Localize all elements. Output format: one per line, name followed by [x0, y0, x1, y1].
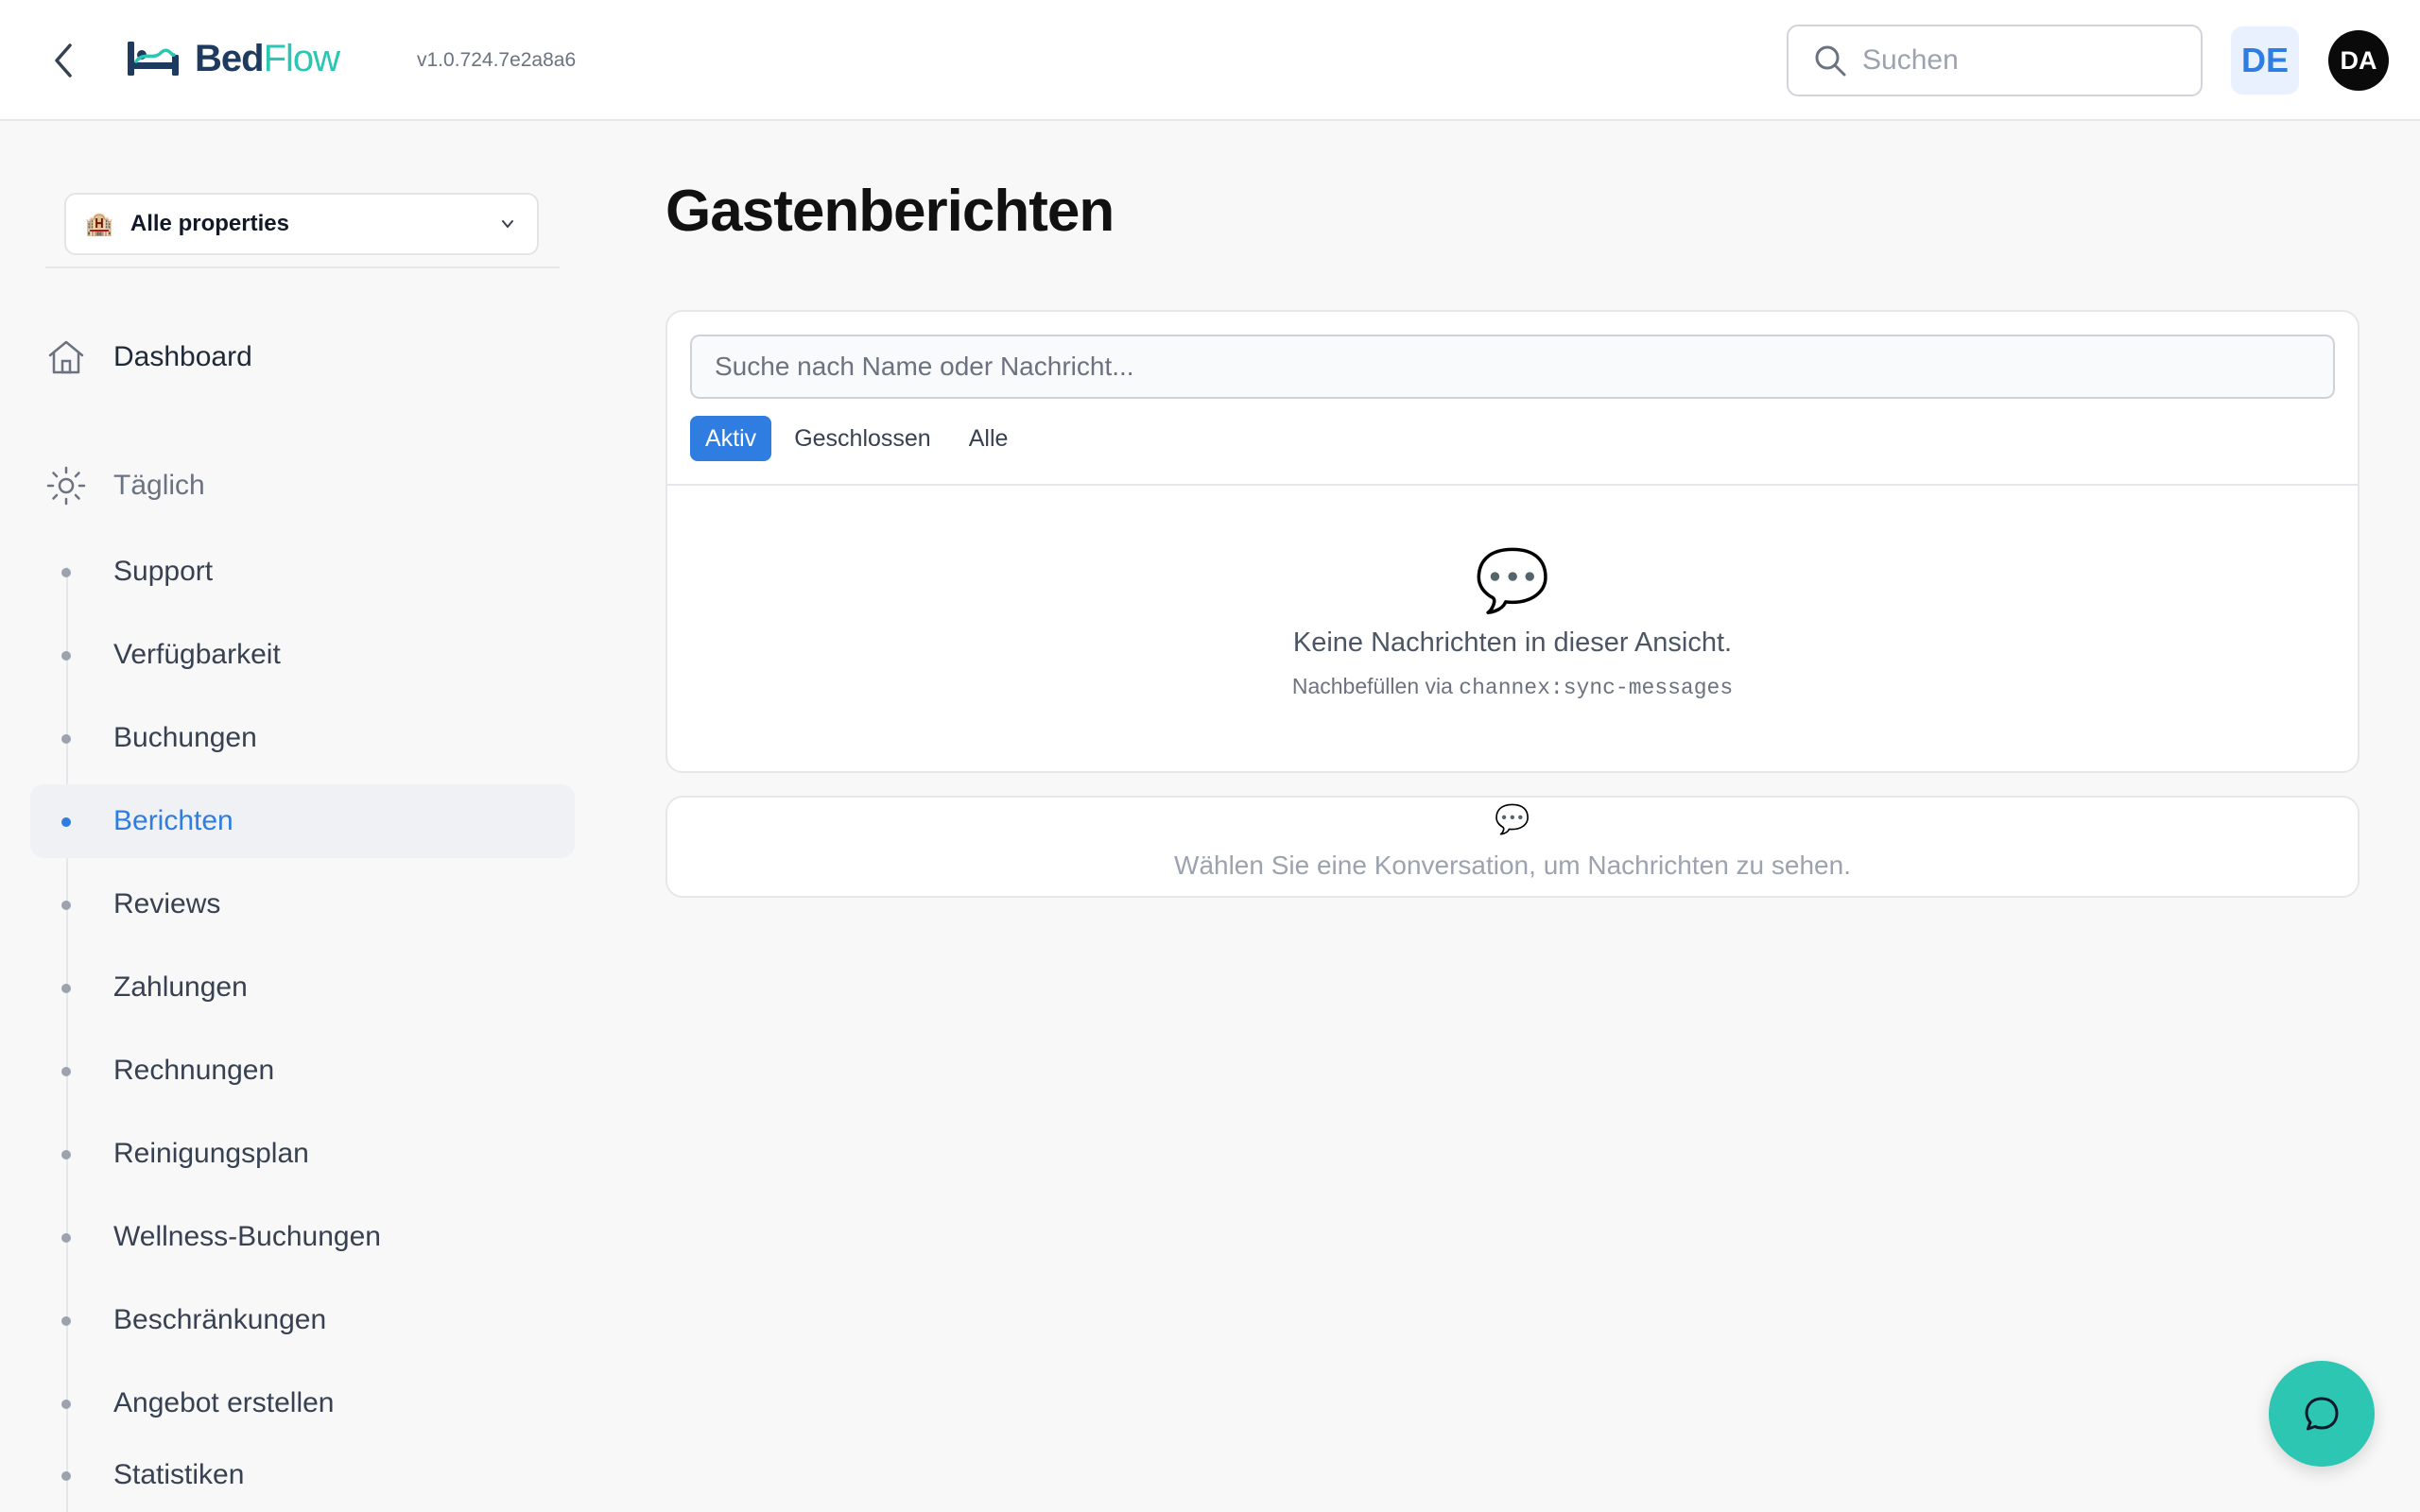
- speech-bubble-icon: 💬: [1475, 546, 1550, 614]
- home-icon: [48, 340, 84, 374]
- sidebar-section-label: Täglich: [113, 470, 205, 501]
- bullet-dot: [61, 1316, 71, 1326]
- user-avatar[interactable]: DA: [2328, 30, 2389, 91]
- empty-state-title: Keine Nachrichten in dieser Ansicht.: [1292, 627, 1733, 658]
- brand-name: BedFlow: [195, 37, 340, 79]
- sidebar-item-label: Reviews: [113, 888, 221, 919]
- sidebar-item-support[interactable]: Support: [30, 535, 575, 609]
- global-search-input[interactable]: [1860, 43, 2176, 77]
- chevron-left-icon: [55, 43, 72, 77]
- sidebar-item-restrictions[interactable]: Beschränkungen: [30, 1283, 575, 1357]
- chat-fab-button[interactable]: [2269, 1361, 2375, 1467]
- sidebar-item-label: Rechnungen: [113, 1055, 275, 1086]
- sidebar-item-label: Angebot erstellen: [113, 1387, 335, 1418]
- sidebar-item-label: Support: [113, 556, 214, 587]
- global-search[interactable]: [1787, 25, 2203, 96]
- bullet-dot: [61, 1150, 71, 1160]
- sidebar-item-label: Statistiken: [113, 1459, 245, 1490]
- bullet-dot: [61, 734, 71, 744]
- bullet-dot: [61, 901, 71, 910]
- sidebar-item-label: Verfügbarkeit: [113, 639, 281, 670]
- conversation-placeholder: Wählen Sie eine Konversation, um Nachric…: [1174, 850, 1851, 880]
- language-switcher[interactable]: DE: [2231, 26, 2299, 94]
- sidebar-item-create-offer[interactable]: Angebot erstellen: [30, 1366, 575, 1440]
- search-icon: [1815, 45, 1846, 77]
- chat-bubble-icon: [2305, 1397, 2339, 1431]
- tab-active[interactable]: Aktiv: [690, 416, 772, 461]
- sidebar-item-label: Berichten: [113, 805, 233, 836]
- conversation-list-card: Aktiv Geschlossen Alle 💬 Keine Nachricht…: [666, 310, 2360, 773]
- sidebar-item-cleaning-plan[interactable]: Reinigungsplan: [30, 1117, 575, 1191]
- sidebar-item-label: Dashboard: [113, 341, 252, 372]
- empty-state: 💬 Keine Nachrichten in dieser Ansicht. N…: [667, 546, 2358, 700]
- speech-bubble-icon: 💬: [1495, 804, 1530, 835]
- sidebar: 🏨 Alle properties Dashboard Täglich Supp…: [0, 123, 586, 1512]
- sidebar-item-availability[interactable]: Verfügbarkeit: [30, 618, 575, 692]
- brand-logo[interactable]: BedFlow: [125, 34, 340, 83]
- tab-closed[interactable]: Geschlossen: [779, 416, 946, 461]
- sync-command: channex:sync-messages: [1459, 676, 1734, 700]
- empty-state-hint-prefix: Nachbefüllen via: [1291, 674, 1460, 698]
- sidebar-item-label: Wellness-Buchungen: [113, 1221, 381, 1252]
- sidebar-item-reviews[interactable]: Reviews: [30, 868, 575, 941]
- sidebar-item-wellness-bookings[interactable]: Wellness-Buchungen: [30, 1200, 575, 1274]
- sidebar-item-payments[interactable]: Zahlungen: [30, 951, 575, 1024]
- sidebar-section-daily[interactable]: Täglich: [45, 465, 205, 507]
- bullet-dot: [61, 1233, 71, 1243]
- hotel-icon: 🏨: [85, 211, 113, 237]
- conversation-detail-card: 💬 Wählen Sie eine Konversation, um Nachr…: [666, 796, 2360, 898]
- back-button[interactable]: [43, 38, 85, 83]
- tab-all[interactable]: Alle: [954, 416, 1024, 461]
- sidebar-item-dashboard[interactable]: Dashboard: [45, 336, 252, 378]
- property-select-label: Alle properties: [130, 211, 289, 236]
- sun-icon: [46, 466, 86, 506]
- bullet-dot: [61, 1400, 71, 1409]
- chevron-down-icon: [502, 220, 513, 228]
- top-bar: BedFlow v1.0.724.7e2a8a6 DE DA: [0, 0, 2420, 121]
- sidebar-item-label: Reinigungsplan: [113, 1138, 309, 1169]
- bullet-dot: [61, 817, 71, 827]
- app-version: v1.0.724.7e2a8a6: [417, 49, 577, 71]
- sidebar-divider: [45, 266, 560, 268]
- sidebar-item-messages[interactable]: Berichten: [30, 784, 575, 858]
- message-search-input[interactable]: [690, 335, 2335, 399]
- sidebar-item-label: Beschränkungen: [113, 1304, 327, 1335]
- bullet-dot: [61, 568, 71, 577]
- sidebar-item-invoices[interactable]: Rechnungen: [30, 1034, 575, 1108]
- sidebar-item-label: Buchungen: [113, 722, 257, 753]
- bullet-dot: [61, 1067, 71, 1076]
- filter-tabs: Aktiv Geschlossen Alle: [690, 416, 1030, 461]
- empty-state-hint: Nachbefüllen via channex:sync-messages: [667, 674, 2358, 700]
- card-divider: [667, 484, 2358, 486]
- bullet-dot: [61, 1471, 71, 1481]
- bullet-dot: [61, 651, 71, 661]
- property-select[interactable]: 🏨 Alle properties: [64, 193, 539, 255]
- sidebar-item-bookings[interactable]: Buchungen: [30, 701, 575, 775]
- sidebar-item-label: Zahlungen: [113, 971, 248, 1003]
- bed-logo-icon: [128, 42, 179, 76]
- bullet-dot: [61, 984, 71, 993]
- sidebar-item-statistics[interactable]: Statistiken: [30, 1438, 575, 1512]
- page-title: Gastenberichten: [666, 179, 1115, 244]
